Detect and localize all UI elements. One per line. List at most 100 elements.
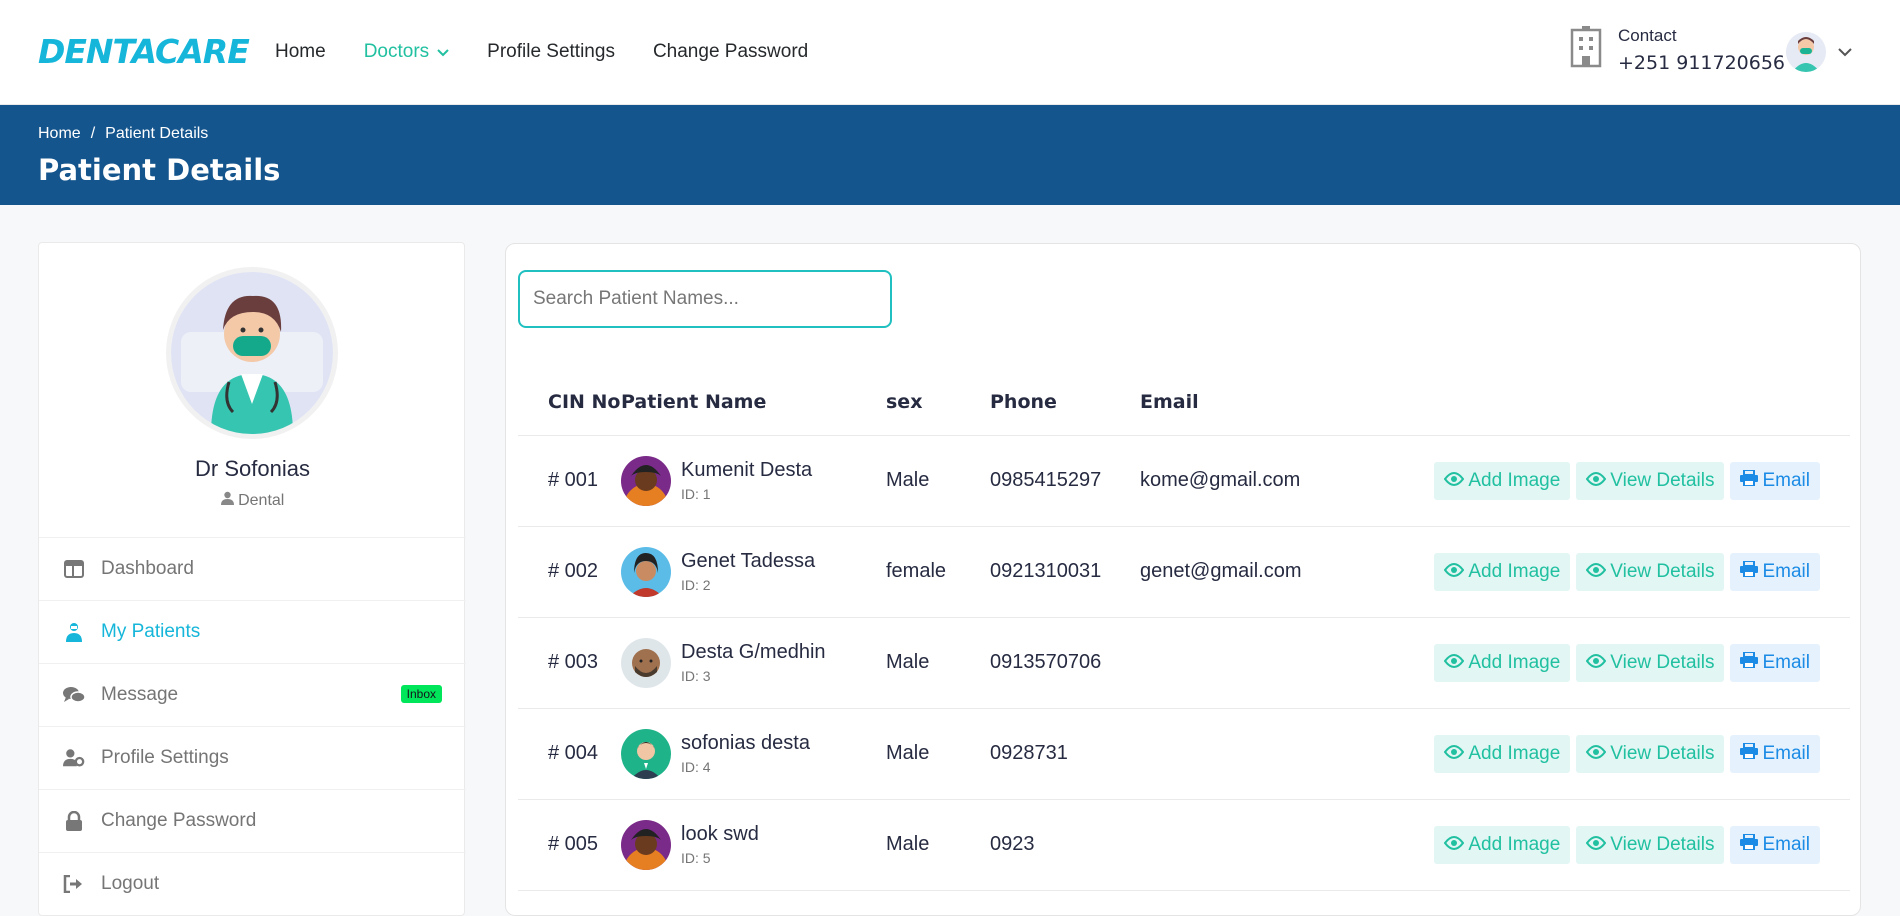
view-details-label: View Details — [1610, 742, 1715, 764]
patient-info: look swd ID: 5 — [621, 819, 886, 870]
patient-name[interactable]: sofonias desta — [681, 732, 810, 755]
nav-change-password[interactable]: Change Password — [653, 41, 808, 63]
search-input[interactable] — [518, 270, 892, 328]
lock-icon — [63, 810, 85, 832]
sex-cell: Male — [886, 435, 990, 527]
actions-cell: Add Image View Details Email — [1380, 799, 1850, 891]
table-header-row: CIN No Patient Name sex Phone Email — [518, 370, 1850, 436]
doctor-specialty: Dental — [39, 491, 466, 510]
sex-cell: Male — [886, 708, 990, 800]
add-image-button[interactable]: Add Image — [1434, 734, 1571, 773]
add-image-button[interactable]: Add Image — [1434, 461, 1571, 500]
add-image-button[interactable]: Add Image — [1434, 825, 1571, 864]
patient-cell: Kumenit Desta ID: 1 — [621, 435, 886, 527]
sidebar-item-logout[interactable]: Logout — [39, 852, 466, 915]
add-image-button[interactable]: Add Image — [1434, 552, 1571, 591]
add-image-label: Add Image — [1468, 833, 1561, 855]
contact-text: Contact +251 911720656 — [1618, 26, 1785, 74]
view-details-button[interactable]: View Details — [1576, 552, 1725, 591]
nav-profile-settings[interactable]: Profile Settings — [487, 41, 615, 63]
eye-icon — [1444, 652, 1468, 674]
view-details-label: View Details — [1610, 560, 1715, 582]
sidebar-item-my-patients[interactable]: My Patients — [39, 600, 466, 663]
patient-cell: sofonias desta ID: 4 — [621, 708, 886, 800]
email-label: Email — [1762, 651, 1810, 673]
breadcrumb-separator: / — [90, 125, 96, 142]
patient-avatar[interactable] — [621, 546, 671, 597]
sign-out-icon — [63, 873, 85, 895]
cin-cell: # 003 — [518, 617, 621, 709]
eye-icon — [1586, 743, 1610, 765]
patient-name[interactable]: Kumenit Desta — [681, 459, 812, 482]
sidebar-item-message[interactable]: Message Inbox — [39, 663, 466, 726]
email-cell — [1140, 617, 1380, 709]
patient-avatar[interactable] — [621, 728, 671, 779]
patient-info: Genet Tadessa ID: 2 — [621, 546, 886, 597]
email-label: Email — [1762, 742, 1810, 764]
patient-name[interactable]: Genet Tadessa — [681, 550, 815, 573]
actions-cell: Add Image View Details Email — [1380, 526, 1850, 618]
sex-cell: female — [886, 526, 990, 618]
email-button[interactable]: Email — [1730, 825, 1820, 864]
email-button[interactable]: Email — [1730, 734, 1820, 773]
profile-sidebar: Dr Sofonias Dental Dashboard My Patients… — [38, 242, 466, 916]
comments-icon — [63, 684, 85, 706]
phone-cell: 0923 — [990, 799, 1140, 891]
sex-cell: Male — [886, 617, 990, 709]
email-cell: kome@gmail.com — [1140, 435, 1380, 527]
user-avatar[interactable] — [1786, 32, 1826, 72]
view-details-button[interactable]: View Details — [1576, 643, 1725, 682]
column-header-sex: sex — [886, 370, 990, 436]
sidebar-menu: Dashboard My Patients Message Inbox Prof… — [39, 537, 466, 915]
eye-icon — [1444, 834, 1468, 856]
print-icon — [1740, 650, 1762, 674]
user-md-icon — [220, 491, 234, 509]
patient-avatar[interactable] — [621, 455, 671, 506]
inbox-badge: Inbox — [400, 685, 442, 703]
chevron-down-icon[interactable] — [1838, 44, 1852, 62]
sidebar-item-profile-settings[interactable]: Profile Settings — [39, 726, 466, 789]
contact-phone[interactable]: +251 911720656 — [1618, 52, 1785, 74]
doctor-avatar — [166, 267, 338, 439]
eye-icon — [1586, 470, 1610, 492]
dentacare-logo[interactable]: DENTACARE — [38, 32, 250, 71]
nav-doctors[interactable]: Doctors — [364, 41, 449, 63]
cin-cell: # 002 — [518, 526, 621, 618]
email-cell — [1140, 708, 1380, 800]
patient-name[interactable]: look swd — [681, 823, 759, 846]
print-icon — [1740, 741, 1762, 765]
eye-icon — [1586, 652, 1610, 674]
view-details-button[interactable]: View Details — [1576, 734, 1725, 773]
add-image-label: Add Image — [1468, 560, 1561, 582]
contact-info: Contact +251 911720656 — [1568, 26, 1785, 74]
cin-cell: # 005 — [518, 799, 621, 891]
patient-avatar[interactable] — [621, 637, 671, 688]
patient-icon — [63, 621, 85, 643]
email-button[interactable]: Email — [1730, 461, 1820, 500]
doctor-specialty-label: Dental — [238, 492, 285, 509]
email-cell: genet@gmail.com — [1140, 526, 1380, 618]
patients-table-body: # 001 Kumenit Desta ID: 1 Male 098541529… — [518, 435, 1850, 891]
nav-home[interactable]: Home — [275, 41, 326, 63]
sidebar-item-label: My Patients — [101, 621, 201, 642]
view-details-button[interactable]: View Details — [1576, 825, 1725, 864]
chevron-down-icon — [437, 41, 449, 63]
patient-info: Kumenit Desta ID: 1 — [621, 455, 886, 506]
email-button[interactable]: Email — [1730, 643, 1820, 682]
patient-avatar[interactable] — [621, 819, 671, 870]
patients-card: CIN No Patient Name sex Phone Email # 00… — [505, 243, 1861, 916]
column-header-phone: Phone — [990, 370, 1140, 436]
patient-name[interactable]: Desta G/medhin — [681, 641, 826, 664]
patient-info: Desta G/medhin ID: 3 — [621, 637, 886, 688]
main-nav: Home Doctors Profile Settings Change Pas… — [275, 41, 846, 63]
table-row: # 001 Kumenit Desta ID: 1 Male 098541529… — [518, 435, 1850, 527]
breadcrumb-home[interactable]: Home — [38, 125, 81, 142]
sidebar-item-change-password[interactable]: Change Password — [39, 789, 466, 852]
view-details-button[interactable]: View Details — [1576, 461, 1725, 500]
email-button[interactable]: Email — [1730, 552, 1820, 591]
table-row: # 005 look swd ID: 5 Male 0923 Add Image… — [518, 799, 1850, 891]
patients-table: CIN No Patient Name sex Phone Email # 00… — [518, 370, 1850, 891]
sidebar-item-dashboard[interactable]: Dashboard — [39, 537, 466, 600]
add-image-button[interactable]: Add Image — [1434, 643, 1571, 682]
phone-cell: 0985415297 — [990, 435, 1140, 527]
